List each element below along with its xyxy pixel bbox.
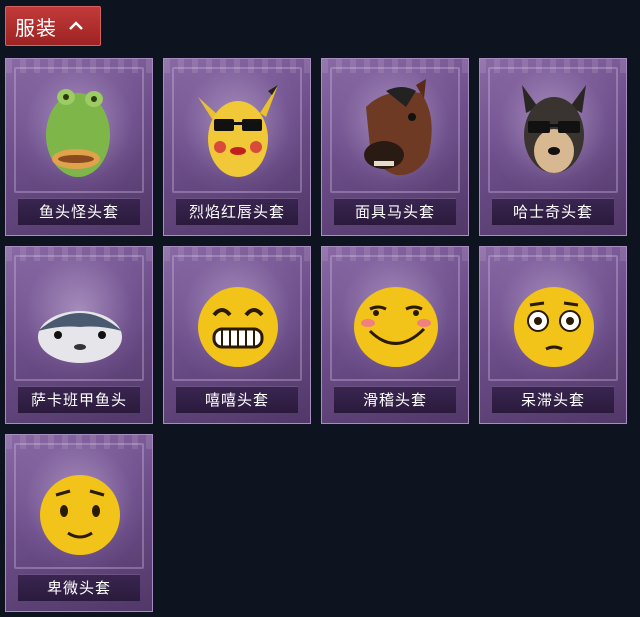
category-tab-label: 服装: [15, 15, 57, 40]
category-tab-costume[interactable]: 服装: [5, 6, 101, 46]
humble-emoji-mask-image: [40, 475, 120, 555]
fish-head-mask-image: [46, 89, 110, 177]
item-card-fish-head[interactable]: 鱼头怪头套: [5, 58, 153, 236]
husky-mask-image: [522, 85, 586, 173]
item-card-horse-mask[interactable]: 面具马头套: [321, 58, 469, 236]
item-card-red-lips[interactable]: 烈焰红唇头套: [163, 58, 311, 236]
item-name: 鱼头怪头套: [18, 198, 140, 225]
item-card-hehe[interactable]: 嘻嘻头套: [163, 246, 311, 424]
funny-emoji-mask-image: [354, 287, 438, 367]
item-card-dazed[interactable]: 呆滞头套: [479, 246, 627, 424]
pikachu-mask-image: [198, 85, 278, 177]
item-name: 烈焰红唇头套: [176, 198, 298, 225]
item-card-humble[interactable]: 卑微头套: [5, 434, 153, 612]
dazed-emoji-mask-image: [514, 287, 594, 367]
sacabambaspis-head-image: [38, 311, 122, 363]
horse-mask-image: [364, 79, 432, 176]
item-card-funny[interactable]: 滑稽头套: [321, 246, 469, 424]
grin-emoji-mask-image: [198, 287, 278, 367]
item-name: 面具马头套: [334, 198, 456, 225]
item-card-sacabambaspis[interactable]: 萨卡班甲鱼头: [5, 246, 153, 424]
item-name: 嘻嘻头套: [176, 386, 298, 413]
item-name: 滑稽头套: [334, 386, 456, 413]
item-name: 萨卡班甲鱼头: [18, 386, 140, 413]
item-card-husky[interactable]: 哈士奇头套: [479, 58, 627, 236]
item-name: 哈士奇头套: [492, 198, 614, 225]
item-name: 卑微头套: [18, 574, 140, 601]
chevron-up-icon[interactable]: [67, 17, 85, 35]
item-name: 呆滞头套: [492, 386, 614, 413]
